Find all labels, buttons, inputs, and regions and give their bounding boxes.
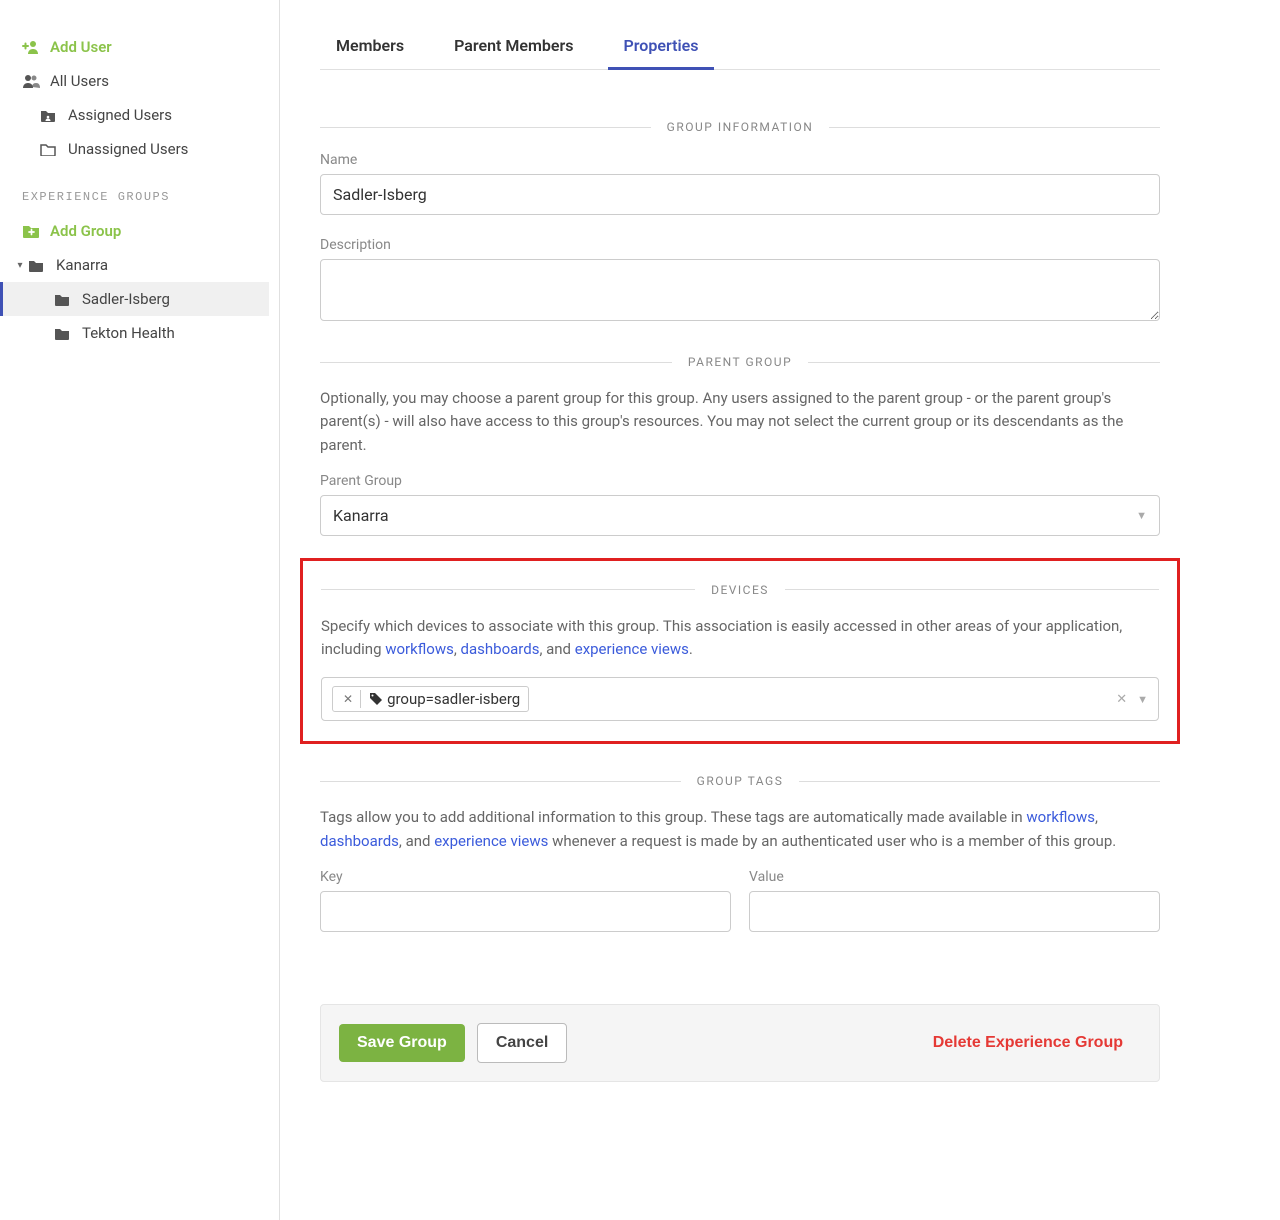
sidebar-groups-header: EXPERIENCE GROUPS — [10, 166, 269, 214]
parent-group-description: Optionally, you may choose a parent grou… — [320, 387, 1160, 457]
sidebar-item-label: Sadler-Isberg — [82, 290, 170, 308]
sidebar-item-label: Unassigned Users — [68, 140, 188, 158]
sidebar-item-label: Tekton Health — [82, 324, 175, 342]
devices-highlight-box: DEVICES Specify which devices to associa… — [300, 558, 1180, 745]
sidebar-item-label: Add Group — [50, 222, 121, 240]
label-parent-group: Parent Group — [320, 473, 1160, 489]
link-dashboards[interactable]: dashboards — [461, 640, 540, 658]
tag-value-input[interactable] — [749, 891, 1160, 932]
tag-icon — [369, 692, 383, 706]
name-input[interactable] — [320, 174, 1160, 215]
parent-group-value: Kanarra — [333, 506, 389, 525]
folder-user-icon — [40, 109, 60, 122]
sidebar: Add User All Users Assigned Users Unassi… — [0, 0, 280, 1220]
actions-bar: Save Group Cancel Delete Experience Grou… — [320, 1004, 1160, 1082]
users-icon — [22, 74, 42, 88]
section-group-information: GROUP INFORMATION — [320, 120, 1160, 134]
tab-properties[interactable]: Properties — [608, 24, 715, 70]
link-experience-views[interactable]: experience views — [434, 832, 548, 850]
sidebar-item-label: All Users — [50, 72, 109, 90]
sidebar-item-label: Assigned Users — [68, 106, 172, 124]
main-content: Members Parent Members Properties GROUP … — [280, 0, 1280, 1220]
link-dashboards[interactable]: dashboards — [320, 832, 399, 850]
label-name: Name — [320, 152, 1160, 168]
group-tags-description: Tags allow you to add additional informa… — [320, 806, 1160, 853]
add-folder-icon — [22, 224, 42, 238]
description-textarea[interactable] — [320, 259, 1160, 321]
sidebar-unassigned-users[interactable]: Unassigned Users — [10, 132, 269, 166]
section-group-tags: GROUP TAGS — [320, 774, 1160, 788]
devices-description: Specify which devices to associate with … — [321, 615, 1159, 662]
folder-icon — [28, 259, 48, 272]
folder-icon — [54, 293, 74, 306]
tabs: Members Parent Members Properties — [320, 24, 1160, 70]
cancel-button[interactable]: Cancel — [477, 1023, 567, 1063]
sidebar-tree-kanarra[interactable]: ▾ Kanarra — [10, 248, 269, 282]
tab-parent-members[interactable]: Parent Members — [438, 24, 589, 69]
chevron-down-icon: ▼ — [1136, 509, 1147, 522]
label-value: Value — [749, 869, 1160, 885]
sidebar-assigned-users[interactable]: Assigned Users — [10, 98, 269, 132]
parent-group-select[interactable]: Kanarra ▼ — [320, 495, 1160, 536]
folder-icon — [54, 327, 74, 340]
device-tag-text: group=sadler-isberg — [387, 690, 520, 708]
sidebar-tree-sadler-isberg[interactable]: Sadler-Isberg — [0, 282, 269, 316]
save-button[interactable]: Save Group — [339, 1024, 465, 1062]
link-experience-views[interactable]: experience views — [575, 640, 689, 658]
sidebar-add-user[interactable]: Add User — [10, 30, 269, 64]
clear-tags-icon[interactable]: ✕ — [1116, 692, 1127, 707]
sidebar-item-label: Add User — [50, 38, 112, 56]
tab-members[interactable]: Members — [320, 24, 420, 69]
link-workflows[interactable]: workflows — [385, 640, 454, 658]
device-tag-chip: ✕ group=sadler-isberg — [332, 686, 529, 712]
sidebar-all-users[interactable]: All Users — [10, 64, 269, 98]
caret-down-icon[interactable]: ▾ — [14, 260, 26, 271]
add-user-icon — [22, 40, 42, 54]
label-key: Key — [320, 869, 731, 885]
sidebar-item-label: Kanarra — [56, 256, 108, 274]
remove-tag-icon[interactable]: ✕ — [336, 690, 361, 708]
sidebar-tree-tekton-health[interactable]: Tekton Health — [10, 316, 269, 350]
folder-open-icon — [40, 143, 60, 156]
sidebar-add-group[interactable]: Add Group — [10, 214, 269, 248]
link-workflows[interactable]: workflows — [1026, 808, 1095, 826]
section-devices: DEVICES — [321, 583, 1159, 597]
devices-tag-input[interactable]: ✕ group=sadler-isberg ✕ ▼ — [321, 677, 1159, 721]
label-description: Description — [320, 237, 1160, 253]
dropdown-icon[interactable]: ▼ — [1137, 693, 1148, 706]
tag-key-input[interactable] — [320, 891, 731, 932]
section-parent-group: PARENT GROUP — [320, 355, 1160, 369]
delete-group-button[interactable]: Delete Experience Group — [915, 1024, 1141, 1062]
